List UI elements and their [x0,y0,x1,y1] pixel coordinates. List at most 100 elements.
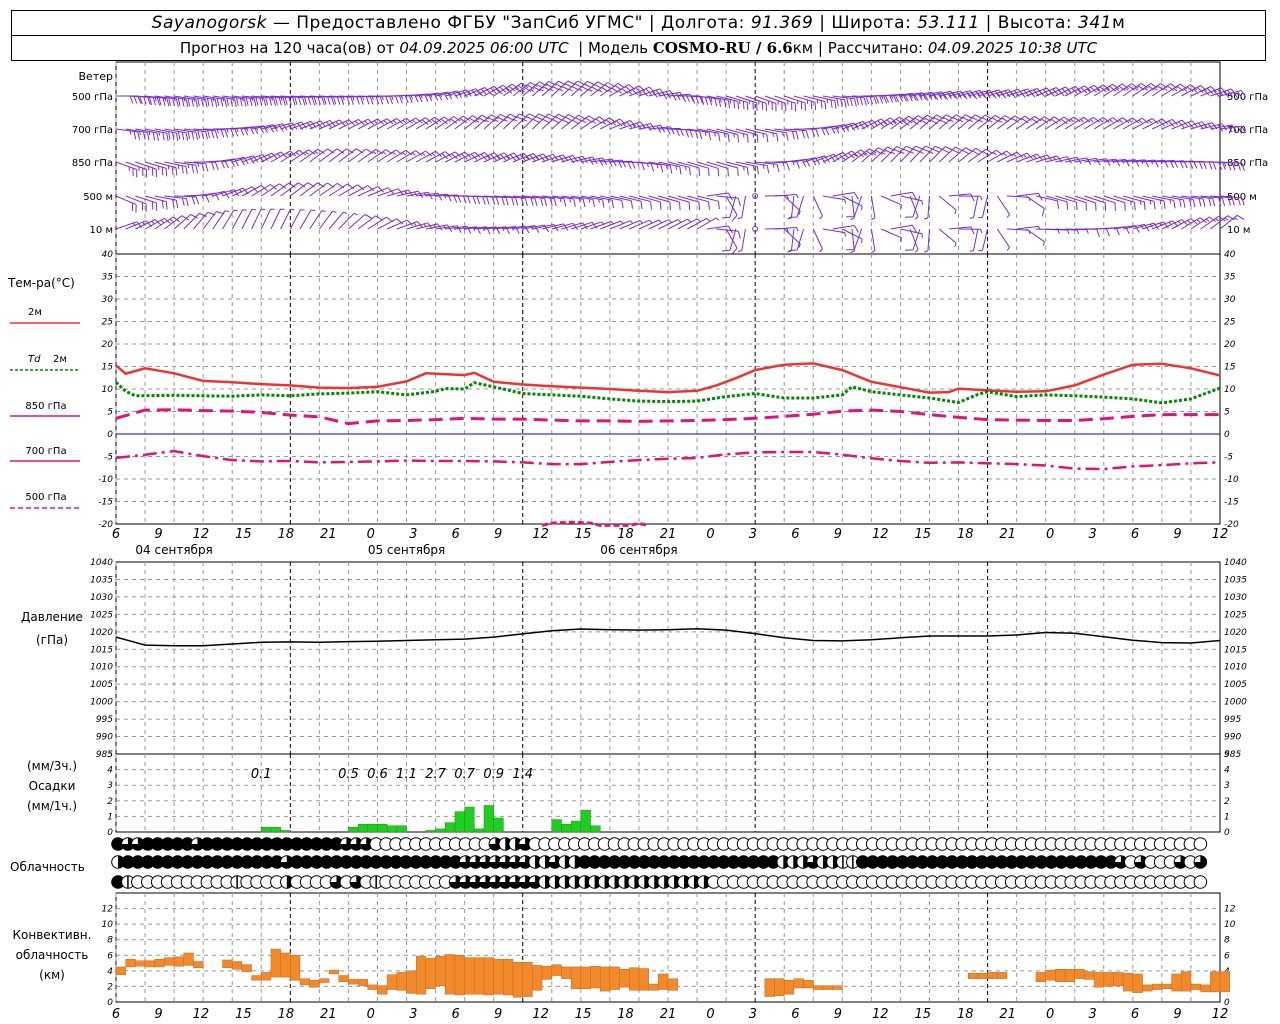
conv-bar [1210,971,1221,993]
tick-label-left: 990 [96,733,113,743]
pressure-axis-label: Давление [21,610,83,624]
hour-label: 6 [1131,1007,1139,1022]
conv-bar [629,967,640,991]
conv-bar [1219,971,1230,993]
hour-label: 6 [452,1007,460,1022]
wind-level-label: 500 гПа [72,92,113,103]
tick-label-left: 1035 [90,575,113,585]
conv-bar [977,972,988,979]
conv-bar [135,960,146,967]
conv-bar [783,979,795,995]
wind-barb [850,228,855,254]
conv-bar [503,958,514,996]
tick-label-right: 0 [1224,828,1230,838]
precip-bar [435,828,446,833]
wind-barb [667,93,694,103]
conv-bar [764,978,775,997]
conv-bar [231,961,243,970]
wind-barb [850,195,855,221]
conv-bar [396,972,407,991]
conv-bar [270,948,281,978]
date-label: 06 сентября [600,543,677,557]
tick-label-left: 1000 [90,698,113,708]
wind-title: Ветер [79,70,113,83]
conv-bar [1093,972,1105,988]
conv-bar [599,966,611,992]
hour-label: 15 [575,1007,592,1022]
conv-bar [1142,984,1153,992]
hour-label: 18 [957,527,974,542]
precip-3h-label: 0.7 [454,767,475,782]
conv-bar [193,961,204,968]
hour-label: 21 [660,527,677,542]
hour-label: 12 [1212,527,1229,542]
conv-bar [1181,971,1192,992]
hour-label: 12 [872,1007,889,1022]
conv-bar [590,965,601,989]
hour-label: 3 [749,1007,757,1022]
conv-bar [299,978,310,986]
conv-bar [570,966,582,990]
hour-label: 6 [112,1007,120,1022]
conv-bar [483,957,494,996]
conv-bar [338,975,349,983]
tick-label-left: 6 [107,951,113,961]
precip-bar [386,825,398,833]
hour-label: 9 [1173,1007,1181,1022]
hour-label: 9 [154,527,162,542]
wind-barb [977,89,1005,99]
tick-label-right: 1030 [1224,593,1247,603]
wind-level-label-right: 850 гПа [1227,158,1268,169]
conv-bar [774,978,785,997]
hour-label: 15 [235,527,252,542]
legend-td-suffix: 2м [53,354,67,365]
conv-bar [648,983,659,991]
precip-unit-1h: (мм/1ч.) [27,799,77,813]
conv-bar [309,979,320,988]
tick-label-right: 995 [1224,715,1241,725]
wind-barb [978,228,989,252]
tick-label-left: 1030 [90,593,113,603]
conv-bar [222,959,233,968]
tick-label-left: -15 [98,498,113,508]
conv-bar [667,978,678,991]
hour-label: 12 [872,527,889,542]
conv-bar [241,964,252,972]
tick-label-left: 995 [96,715,113,725]
tick-label-left: 3 [107,781,113,791]
conv-bar [580,966,591,990]
legend-500: 500 гПа [25,492,66,503]
conv-bar [532,965,543,991]
conv-bar [367,984,378,990]
conv-bar [1103,972,1114,987]
wind-barb [222,209,238,230]
tick-label-left: 25 [102,318,114,328]
wind-level-label-right: 500 гПа [1227,92,1268,103]
precip-bar [280,830,291,833]
conv-bar [551,964,562,976]
tick-label-left: 30 [102,295,114,305]
wind-barb [318,210,337,230]
precip-bar [580,809,591,833]
conv-bar [1161,983,1172,990]
hour-label: 12 [193,1007,210,1022]
tick-label-left: 4 [107,766,113,776]
wind-barb [1035,195,1060,209]
conv-bar [512,962,523,998]
tick-label-left: -10 [98,475,113,485]
wind-barb [958,195,983,201]
conv-bar [1171,973,1182,992]
conv-bar [251,975,262,981]
precip-bar [454,811,465,833]
tick-label-right: 0 [1224,430,1230,440]
precip-3h-label: 0.1 [251,767,272,782]
conv-bar [493,958,504,995]
hour-label: 0 [706,527,714,542]
wind-barb [880,228,902,242]
precip-bar [570,820,582,833]
tick-label-left: 1025 [90,610,113,620]
wind-barb [938,195,957,214]
precip-bar [357,823,369,833]
conv-bar [319,978,330,983]
hour-label: 9 [494,527,502,542]
